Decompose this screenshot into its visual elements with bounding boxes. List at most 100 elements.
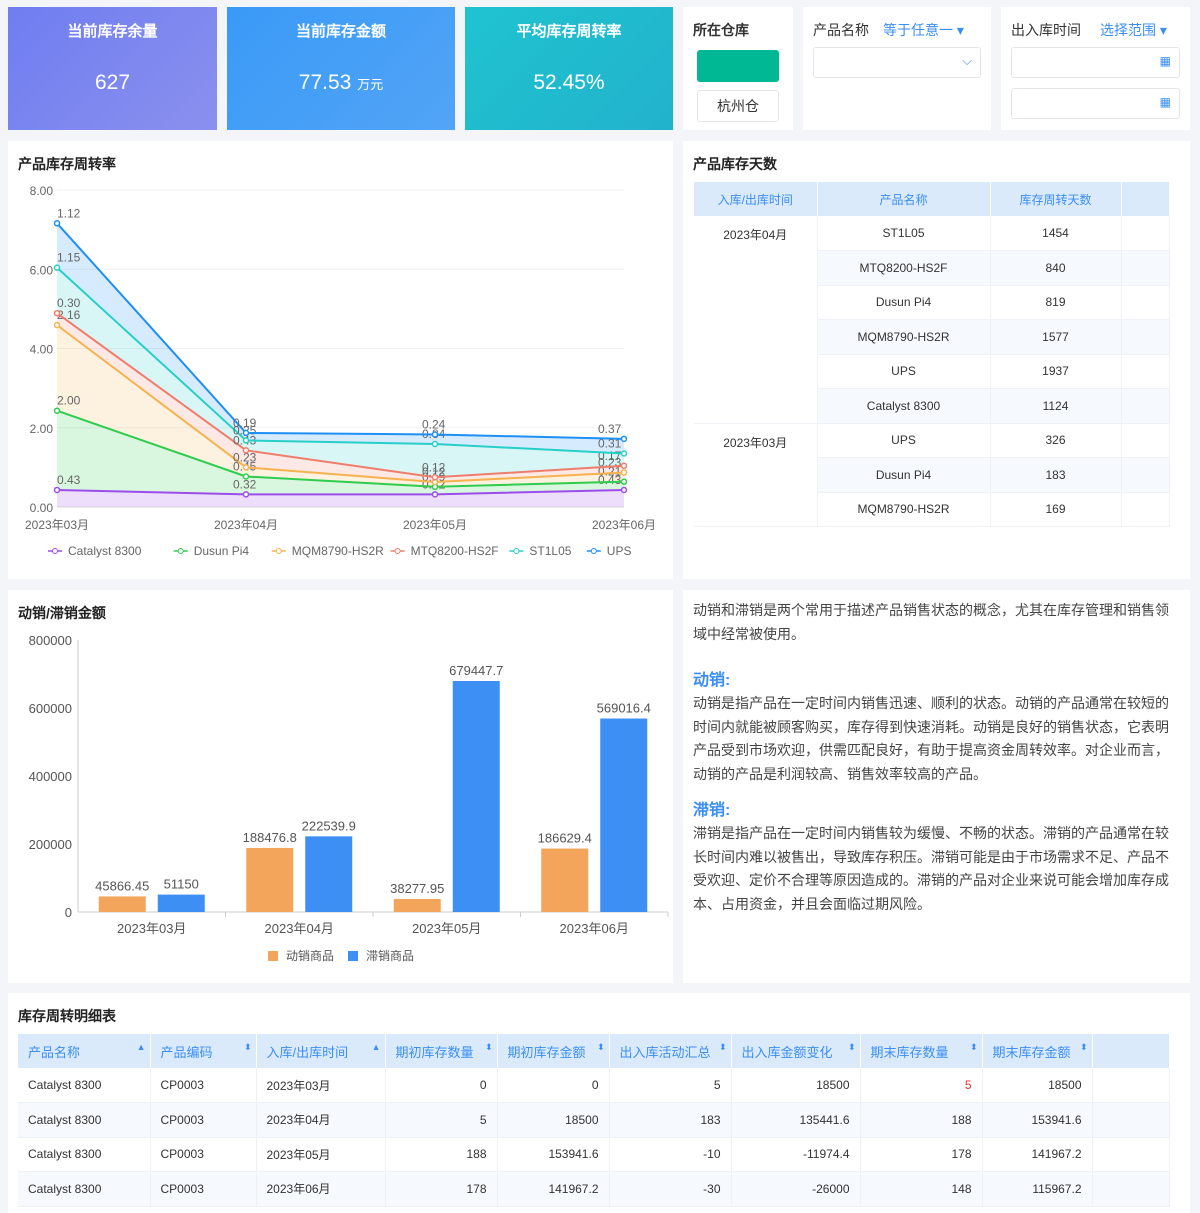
x-tick-label: 2023年06月 bbox=[592, 518, 656, 532]
column-label: 出入库活动汇总 bbox=[619, 1044, 711, 1060]
sort-icon: ⬍ bbox=[243, 1041, 252, 1052]
time-mode-dropdown[interactable]: 选择范围 ▾ bbox=[1100, 20, 1167, 40]
legend-marker bbox=[590, 548, 597, 554]
table-cell: 135441.6 bbox=[731, 1102, 861, 1138]
table-cell: 148 bbox=[860, 1171, 983, 1207]
period-cell: 2023年04月 bbox=[694, 216, 818, 424]
data-point bbox=[620, 450, 628, 457]
legend-label: UPS bbox=[607, 544, 632, 558]
table-cell: 141967.2 bbox=[497, 1171, 610, 1207]
legend-item[interactable]: Catalyst 8300 bbox=[48, 544, 142, 558]
sort-icon: ⬍ bbox=[718, 1041, 727, 1052]
legend-item[interactable]: 滞销商品 bbox=[348, 948, 414, 963]
intro-text: 动销和滞销是两个常用于描述产品销售状态的概念，尤其在库存管理和销售领域中经常被使… bbox=[693, 602, 1169, 642]
table-cell: Catalyst 8300 bbox=[18, 1068, 151, 1103]
table-cell: -26000 bbox=[731, 1171, 861, 1207]
column-header-sort[interactable]: 入库/出库时间 ▲ bbox=[256, 1034, 386, 1068]
table-cell: Catalyst 8300 bbox=[18, 1171, 151, 1207]
table-cell: Catalyst 8300 bbox=[18, 1137, 151, 1172]
data-label: 1.12 bbox=[57, 206, 81, 220]
table-row: Catalyst 8300 CP0003 2023年03月 0 0 5 18500 5 1850… bbox=[18, 1068, 1170, 1103]
table-cell: CP0003 bbox=[150, 1171, 257, 1207]
kpi-unit: 万元 bbox=[357, 77, 384, 92]
data-point bbox=[431, 440, 439, 448]
section-text: 滞销是指产品在一定时间内销售较为缓慢、不畅的状态。滞销的产品通常在较长时间内难以… bbox=[693, 825, 1169, 912]
table-cell: 183 bbox=[609, 1102, 732, 1138]
y-tick-label: 4.00 bbox=[30, 343, 54, 357]
table-cell: -30 bbox=[609, 1171, 732, 1207]
table-cell: 0 bbox=[385, 1068, 498, 1103]
column-label: 产品名称 bbox=[28, 1044, 81, 1060]
data-point bbox=[53, 407, 61, 414]
bar bbox=[393, 898, 441, 912]
column-header-sort[interactable]: 出入库活动汇总 ⬍ bbox=[609, 1034, 732, 1068]
data-label: 1.15 bbox=[57, 251, 81, 265]
table-cell: 2023年05月 bbox=[256, 1137, 386, 1172]
data-label: 0.43 bbox=[57, 473, 81, 487]
table-cell: 5 bbox=[385, 1102, 498, 1138]
legend-item[interactable]: Dusun Pi4 bbox=[173, 544, 250, 558]
legend-swatch bbox=[348, 951, 358, 961]
legend-item[interactable]: MTQ8200-HS2F bbox=[390, 544, 499, 558]
kpi-value: 627 bbox=[94, 71, 131, 94]
column-header: 库存周转天数 bbox=[990, 182, 1122, 216]
table-row: 2023年04月 ST1L05 1454 bbox=[694, 216, 1170, 424]
legend-item[interactable]: MQM8790-HS2R bbox=[271, 544, 384, 558]
days-cell: 1124 bbox=[990, 388, 1122, 424]
days-cell: 1577 bbox=[990, 319, 1122, 355]
product-cell: UPS bbox=[817, 423, 991, 458]
warehouse-option-selected[interactable] bbox=[697, 50, 779, 82]
table-row: Catalyst 8300 CP0003 2023年04月 5 18500 183 1354… bbox=[18, 1102, 1170, 1138]
table-cell: -11974.4 bbox=[731, 1137, 861, 1172]
legend-marker bbox=[52, 548, 58, 554]
days-cell: 183 bbox=[990, 457, 1122, 493]
data-label: 188476.8 bbox=[243, 830, 297, 845]
data-label: 679447.7 bbox=[449, 663, 503, 678]
table-cell: -10 bbox=[609, 1137, 732, 1172]
product-cell: UPS bbox=[817, 354, 991, 389]
legend-label: 滞销商品 bbox=[366, 948, 414, 963]
table-row: Catalyst 8300 CP0003 2023年05月 188 153941.6 -1… bbox=[18, 1137, 1170, 1172]
legend-label: Dusun Pi4 bbox=[194, 544, 250, 558]
product-mode-dropdown[interactable]: 等于任意一 ▾ bbox=[883, 20, 964, 40]
end-date-input[interactable]: ▦ bbox=[1011, 88, 1180, 119]
table-cell: 2023年06月 bbox=[256, 1171, 386, 1207]
column-header: 入库/出库时间 bbox=[694, 182, 818, 216]
legend-label: Catalyst 8300 bbox=[68, 544, 142, 558]
legend-item[interactable]: 动销商品 bbox=[268, 948, 334, 963]
column-header-sort[interactable]: 期末库存金额 ⬍ bbox=[982, 1034, 1093, 1068]
product-cell: MQM8790-HS2R bbox=[817, 492, 991, 527]
warehouse-option-hangzhou[interactable]: 杭州仓 bbox=[697, 90, 779, 122]
turnover-line-chart: 0.00 2.00 4.00 6.00 8.00 2023年03月 2023年04月 2023… bbox=[25, 184, 656, 558]
legend-item[interactable]: ST1L05 bbox=[509, 544, 572, 558]
panel-title: 产品库存天数 bbox=[693, 156, 777, 172]
y-tick-label: 200000 bbox=[29, 837, 72, 852]
start-date-input[interactable]: ▦ bbox=[1011, 47, 1180, 78]
table-cell: 5 bbox=[609, 1068, 732, 1103]
kpi-title: 当前库存余量 bbox=[67, 23, 158, 40]
column-header-sort[interactable]: 期末库存数量 ⬍ bbox=[860, 1034, 983, 1068]
legend-item[interactable]: UPS bbox=[586, 544, 632, 558]
table-cell: 178 bbox=[385, 1171, 498, 1207]
column-header-sort[interactable]: 期初库存金额 ⬍ bbox=[497, 1034, 610, 1068]
bar bbox=[98, 896, 146, 912]
days-cell: 819 bbox=[990, 285, 1122, 320]
column-header-sort[interactable]: 期初库存数量 ⬍ bbox=[385, 1034, 498, 1068]
column-header-sort[interactable]: 产品名称 ▲ bbox=[18, 1034, 151, 1068]
column-header-sort[interactable]: 产品编码 ⬍ bbox=[150, 1034, 257, 1068]
sort-icon: ⬍ bbox=[847, 1041, 856, 1052]
table-cell: 2023年03月 bbox=[256, 1068, 386, 1103]
table-cell: CP0003 bbox=[150, 1068, 257, 1103]
section-heading: 动销: bbox=[693, 672, 731, 689]
section-heading: 滞销: bbox=[693, 802, 731, 819]
detail-table: 产品名称 ▲ 产品编码 ⬍ 入库/出库时间 ▲ 期初库存数量 ⬍ 期初库存金额 ⬍ 出入库活动汇总 ⬍… bbox=[18, 1034, 1170, 1207]
days-cell: 1937 bbox=[990, 354, 1122, 389]
table-cell: 18500 bbox=[982, 1068, 1093, 1103]
table-cell: 18500 bbox=[731, 1068, 861, 1103]
column-header-sort[interactable]: 出入库金额变化 ⬍ bbox=[731, 1034, 861, 1068]
product-select[interactable]: ⌵ bbox=[813, 47, 981, 78]
data-point bbox=[431, 431, 439, 438]
product-label: 产品名称 bbox=[813, 22, 869, 38]
legend-marker bbox=[275, 548, 282, 554]
table-cell: 188 bbox=[860, 1102, 983, 1138]
